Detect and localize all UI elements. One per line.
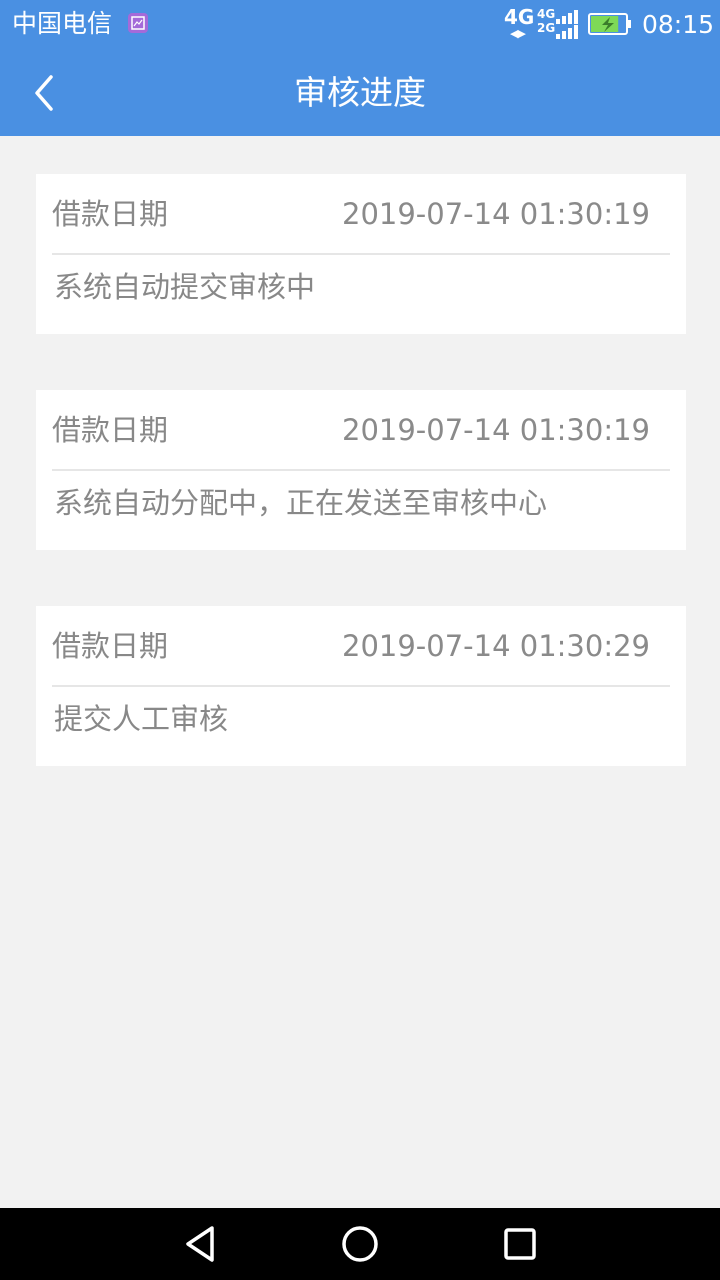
- progress-card: 借款日期 2019-07-14 01:30:19 系统自动提交审核中: [36, 174, 686, 334]
- review-status-text: 提交人工审核: [54, 702, 229, 736]
- screen: 中国电信 4G ◀▶ 4G 2G 08:15 审核进度 借款日期 2019-07…: [0, 0, 720, 1280]
- card-header-row: 借款日期 2019-07-14 01:30:19: [52, 390, 670, 471]
- battery-charging-icon: [588, 13, 631, 35]
- nav-back-button[interactable]: [178, 1222, 222, 1266]
- top-bar: 中国电信 4G ◀▶ 4G 2G 08:15 审核进度: [0, 0, 720, 136]
- loan-date-value: 2019-07-14 01:30:19: [342, 413, 650, 447]
- progress-list: 借款日期 2019-07-14 01:30:19 系统自动提交审核中 借款日期 …: [36, 174, 686, 822]
- progress-card: 借款日期 2019-07-14 01:30:29 提交人工审核: [36, 606, 686, 766]
- back-button[interactable]: [20, 66, 68, 120]
- carrier-name: 中国电信: [12, 9, 113, 38]
- card-header-row: 借款日期 2019-07-14 01:30:19: [52, 174, 670, 255]
- app-header: 审核进度: [0, 50, 720, 136]
- progress-card: 借款日期 2019-07-14 01:30:19 系统自动分配中，正在发送至审核…: [36, 390, 686, 550]
- circle-home-icon: [342, 1226, 378, 1262]
- network-type-4g: 4G: [504, 5, 535, 29]
- loan-date-label: 借款日期: [52, 413, 169, 447]
- status-bar: 中国电信 4G ◀▶ 4G 2G 08:15: [0, 0, 720, 50]
- network-type-4g-small: 4G: [537, 7, 556, 21]
- network-type-2g-small: 2G: [537, 21, 556, 35]
- page-title: 审核进度: [294, 73, 426, 112]
- data-arrows-icon: ◀▶: [510, 27, 526, 40]
- network-type-dual: 4G 2G: [537, 7, 555, 35]
- square-recents-icon: [504, 1228, 536, 1260]
- nav-recents-button[interactable]: [498, 1222, 542, 1266]
- chevron-left-icon: [35, 75, 53, 111]
- nav-home-button[interactable]: [338, 1222, 382, 1266]
- status-time: 08:15: [642, 10, 715, 39]
- gallery-notification-icon: [128, 13, 148, 33]
- system-nav-bar: [0, 1208, 720, 1280]
- signal-strength-icon: [556, 10, 578, 39]
- card-header-row: 借款日期 2019-07-14 01:30:29: [52, 606, 670, 687]
- review-status-text: 系统自动分配中，正在发送至审核中心: [54, 486, 548, 520]
- loan-date-value: 2019-07-14 01:30:29: [342, 629, 650, 663]
- loan-date-label: 借款日期: [52, 197, 169, 231]
- loan-date-value: 2019-07-14 01:30:19: [342, 197, 650, 231]
- review-status-text: 系统自动提交审核中: [54, 270, 316, 304]
- triangle-back-icon: [186, 1226, 214, 1262]
- loan-date-label: 借款日期: [52, 629, 169, 663]
